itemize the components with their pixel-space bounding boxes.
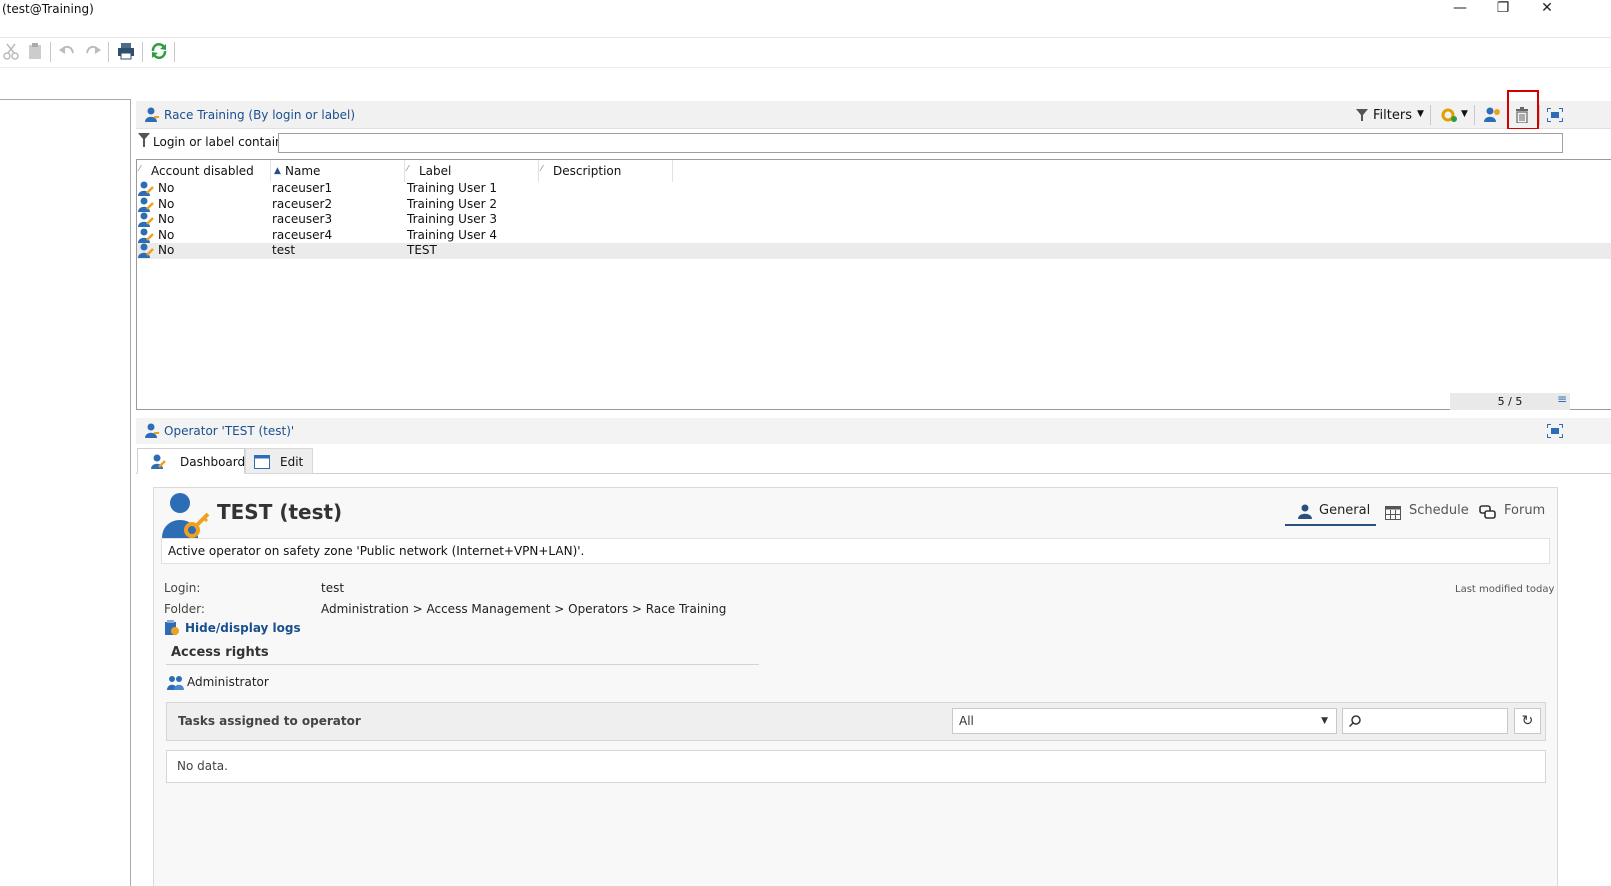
actions-gear-icon[interactable] (1440, 107, 1458, 123)
toolbar-separator (174, 42, 175, 62)
chevron-down-icon[interactable]: ▼ (1461, 109, 1468, 119)
refresh-icon: ↻ (1521, 713, 1534, 729)
maximize-panel-icon[interactable] (1547, 108, 1563, 122)
tab-forum[interactable]: Forum (1478, 500, 1548, 526)
refresh-icon[interactable] (150, 42, 168, 60)
new-operator-icon[interactable] (1484, 107, 1500, 123)
access-right-administrator: Administrator (187, 675, 269, 689)
paste-icon[interactable] (26, 42, 44, 60)
operator-icon (138, 228, 154, 243)
operator-icon (138, 243, 154, 258)
filter-label: Login or label contains: (153, 135, 293, 149)
filter-icon (1356, 109, 1368, 121)
access-rights-heading: Access rights (171, 645, 269, 660)
sort-ascending-icon: ▲ (274, 166, 281, 176)
operator-title: TEST (test) (217, 500, 343, 524)
navigation-panel (0, 99, 131, 886)
column-header-description[interactable]: ⁄ Description (539, 160, 673, 182)
tab-schedule[interactable]: Schedule (1384, 500, 1469, 526)
table-row[interactable]: No raceuser1 Training User 1 (137, 181, 1611, 197)
tab-edit[interactable]: Edit (245, 448, 313, 474)
maximize-panel-icon[interactable] (1547, 424, 1563, 438)
column-header-label[interactable]: ⁄ Label (405, 160, 539, 182)
toolbar-separator (142, 42, 143, 62)
toolbar-separator (50, 42, 51, 62)
user-icon (1298, 504, 1312, 519)
list-header: Race Training (By login or label) Filter… (136, 90, 1611, 130)
list-title[interactable]: Race Training (By login or label) (164, 108, 355, 122)
tasks-filter-select[interactable]: All ▼ (952, 708, 1337, 734)
login-label: Login: (164, 581, 201, 595)
record-count: 5 / 5 (1450, 393, 1570, 410)
redo-icon[interactable] (84, 42, 102, 60)
column-header-name[interactable]: ▲ Name (271, 160, 405, 182)
tasks-panel: Tasks assigned to operator All ▼ ↻ (166, 702, 1546, 741)
table-row[interactable]: No raceuser4 Training User 4 (137, 228, 1611, 244)
tasks-search-input[interactable] (1342, 708, 1508, 734)
close-button[interactable]: ✕ (1527, 0, 1567, 20)
group-icon (167, 676, 184, 690)
operator-icon (145, 423, 159, 438)
detail-tabs: Dashboard Edit (136, 448, 1611, 474)
table-row[interactable]: No raceuser2 Training User 2 (137, 197, 1611, 213)
filter-icon (138, 133, 150, 147)
operator-icon (138, 212, 154, 227)
operator-icon (138, 181, 154, 196)
minimize-button[interactable]: — (1440, 0, 1480, 20)
operator-icon (138, 197, 154, 212)
undo-icon[interactable] (58, 42, 76, 60)
operator-header-title: Operator 'TEST (test)' (164, 424, 295, 438)
operator-dashboard: TEST (test) General Schedule Forum Activ… (153, 487, 1558, 886)
operator-icon (145, 107, 159, 122)
chevron-down-icon: ▼ (1321, 716, 1328, 726)
folder-label: Folder: (164, 602, 205, 616)
cut-icon[interactable] (2, 42, 20, 60)
folder-path: Administration > Access Management > Ope… (321, 602, 727, 616)
search-icon (1349, 715, 1361, 727)
toolbar-separator (1539, 105, 1540, 125)
column-header-account-disabled[interactable]: ⁄ Account disabled (137, 160, 271, 182)
operator-status-message: Active operator on safety zone 'Public n… (161, 538, 1550, 564)
delete-icon[interactable] (1514, 107, 1530, 123)
print-icon[interactable] (117, 42, 135, 60)
logs-icon (165, 620, 179, 635)
toolbar-separator (108, 42, 109, 62)
operator-header: Operator 'TEST (test)' (136, 418, 1611, 444)
forum-icon (1479, 505, 1496, 519)
window-title: (test@Training) (2, 2, 94, 16)
table-row[interactable]: No raceuser3 Training User 3 (137, 212, 1611, 228)
filters-button[interactable]: Filters (1373, 108, 1412, 123)
calendar-icon (1385, 506, 1401, 520)
hide-display-logs-link[interactable]: Hide/display logs (185, 621, 301, 635)
tab-general[interactable]: General (1285, 500, 1376, 526)
title-bar: (test@Training) — ❐ ✕ (0, 0, 1611, 38)
form-icon (254, 455, 270, 469)
tasks-refresh-button[interactable]: ↻ (1514, 708, 1541, 734)
column-settings-icon[interactable]: ≡ (1557, 392, 1567, 406)
tasks-title: Tasks assigned to operator (178, 714, 361, 728)
toolbar-separator (1430, 105, 1431, 125)
operator-icon (151, 454, 166, 469)
last-modified-text: Last modified today (1455, 584, 1555, 595)
login-value: test (321, 581, 345, 595)
main-toolbar (0, 38, 1611, 68)
operators-grid: ⁄ Account disabled ▲ Name ⁄ Label ⁄ Desc… (136, 159, 1611, 410)
tab-dashboard[interactable]: Dashboard (137, 448, 245, 474)
operator-key-icon (162, 493, 210, 538)
restore-button[interactable]: ❐ (1483, 0, 1523, 20)
table-row-selected[interactable]: No test TEST (137, 243, 1611, 259)
login-label-search-input[interactable] (278, 133, 1563, 153)
divider (166, 664, 759, 665)
chevron-down-icon[interactable]: ▼ (1417, 109, 1424, 119)
tasks-empty-message: No data. (166, 750, 1546, 783)
toolbar-separator (1474, 105, 1475, 125)
